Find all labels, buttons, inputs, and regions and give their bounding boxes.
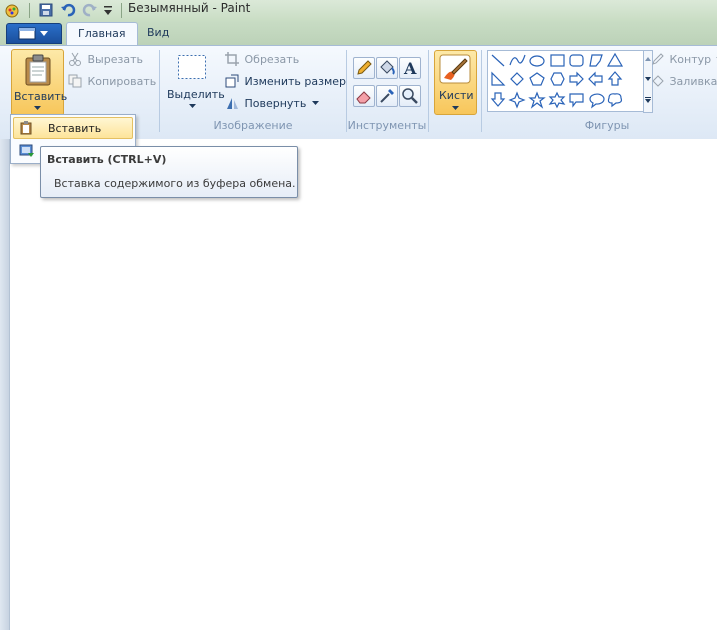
resize-icon [225, 74, 239, 88]
cut-button[interactable]: Вырезать [68, 52, 143, 69]
chevron-down-icon [189, 104, 196, 108]
tooltip-title: Вставить (CTRL+V) [47, 153, 167, 166]
eraser-icon [356, 91, 371, 104]
scissors-icon [69, 52, 81, 66]
fill-button[interactable]: Заливка [651, 74, 717, 91]
shapes-gallery[interactable] [487, 50, 645, 112]
triangle-shape-icon [606, 52, 624, 67]
ribbon-tab-row: Главная Вид [0, 21, 717, 45]
arrow-right-shape-icon [569, 71, 584, 87]
tools-group-label: Инструменты [347, 119, 427, 132]
five-point-star-shape-icon [528, 91, 546, 109]
title-bar: Безымянный - Paint [0, 0, 717, 22]
brush-icon [439, 54, 471, 84]
eraser-tool[interactable] [353, 85, 375, 107]
cut-label: Вырезать [87, 53, 143, 66]
paint-bucket-icon [380, 60, 395, 75]
hexagon-shape-icon [550, 72, 565, 86]
file-menu-icon [18, 27, 48, 40]
curve-shape-icon [509, 54, 526, 66]
rectangle-callout-shape-icon [569, 93, 584, 108]
pencil-icon [357, 60, 372, 75]
diamond-shape-icon [510, 72, 524, 86]
magnifier-tool[interactable] [399, 85, 421, 107]
rotate-button[interactable]: Повернуть [225, 96, 319, 113]
rotate-icon [227, 98, 238, 109]
brushes-label: Кисти [439, 89, 474, 102]
outline-button[interactable]: Контур [651, 52, 717, 69]
rectangle-shape-icon [550, 54, 565, 67]
clipboard-icon [25, 54, 51, 86]
svg-text:A: A [403, 59, 417, 78]
pencil-tool[interactable] [353, 57, 375, 79]
rounded-rectangle-shape-icon [569, 54, 584, 67]
copy-icon [68, 74, 82, 88]
clipboard-icon [20, 121, 32, 135]
crop-button[interactable]: Обрезать [225, 52, 300, 69]
magnifier-icon [402, 88, 418, 104]
tab-home[interactable]: Главная [66, 22, 138, 45]
crop-icon [225, 52, 239, 66]
selection-rectangle-icon [178, 55, 206, 79]
paint-app-icon[interactable] [4, 2, 22, 18]
window-title: Безымянный - Paint [128, 1, 251, 15]
fill-label: Заливка [669, 75, 717, 88]
fill-bucket-icon [652, 75, 664, 87]
brushes-button[interactable]: Кисти [434, 50, 477, 115]
menu-item-paste-label: Вставить [48, 122, 102, 135]
arrow-left-shape-icon [588, 71, 603, 87]
file-menu-button[interactable] [6, 23, 62, 44]
shapes-grid [490, 52, 624, 109]
undo-icon[interactable] [60, 2, 76, 18]
resize-button[interactable]: Изменить размер [225, 74, 347, 91]
paste-button[interactable]: Вставить [11, 49, 68, 116]
tooltip-description: Вставка содержимого из буфера обмена. [54, 177, 296, 190]
chevron-down-icon [34, 106, 41, 110]
six-point-star-shape-icon [548, 91, 566, 109]
select-label: Выделить [167, 88, 225, 101]
shapes-group-label: Фигуры [584, 119, 630, 132]
eyedropper-icon [380, 89, 394, 103]
text-a-icon: A [403, 59, 417, 78]
rotate-label: Повернуть [244, 97, 307, 110]
save-icon[interactable] [38, 2, 54, 18]
color-picker-tool[interactable] [376, 85, 398, 107]
resize-label: Изменить размер [244, 75, 347, 88]
text-tool[interactable]: A [399, 57, 421, 79]
arrow-down-shape-icon [490, 92, 506, 107]
chevron-down-icon [452, 106, 459, 110]
crop-label: Обрезать [244, 53, 300, 66]
copy-button[interactable]: Копировать [68, 74, 157, 91]
fill-tool[interactable] [376, 57, 398, 79]
oval-shape-icon [529, 55, 545, 67]
menu-item-paste[interactable]: Вставить [13, 117, 133, 139]
tab-view[interactable]: Вид [136, 22, 180, 44]
outline-label: Контур [669, 53, 712, 66]
expand-gallery-icon [645, 97, 651, 103]
drawing-canvas[interactable] [0, 139, 717, 630]
oval-callout-shape-icon [589, 93, 605, 109]
select-button[interactable]: Выделить [165, 50, 225, 116]
right-triangle-shape-icon [491, 71, 506, 86]
paste-label: Вставить [14, 90, 68, 103]
line-shape-icon [491, 54, 505, 67]
redo-icon[interactable] [82, 2, 98, 18]
paste-tooltip: Вставить (CTRL+V) Вставка содержимого из… [40, 146, 298, 198]
canvas-left-edge [0, 139, 10, 630]
image-group-label: Изображение [213, 119, 293, 132]
cloud-callout-shape-icon [607, 93, 623, 108]
polygon-shape-icon [589, 54, 603, 67]
chevron-down-icon [311, 101, 319, 105]
quick-access-dropdown-icon[interactable] [103, 5, 113, 17]
four-point-star-shape-icon [508, 91, 526, 109]
arrow-up-shape-icon [607, 71, 623, 86]
paste-from-file-icon[interactable] [19, 144, 35, 158]
outline-pen-icon [652, 53, 664, 65]
pentagon-shape-icon [529, 72, 545, 86]
copy-label: Копировать [87, 75, 157, 88]
